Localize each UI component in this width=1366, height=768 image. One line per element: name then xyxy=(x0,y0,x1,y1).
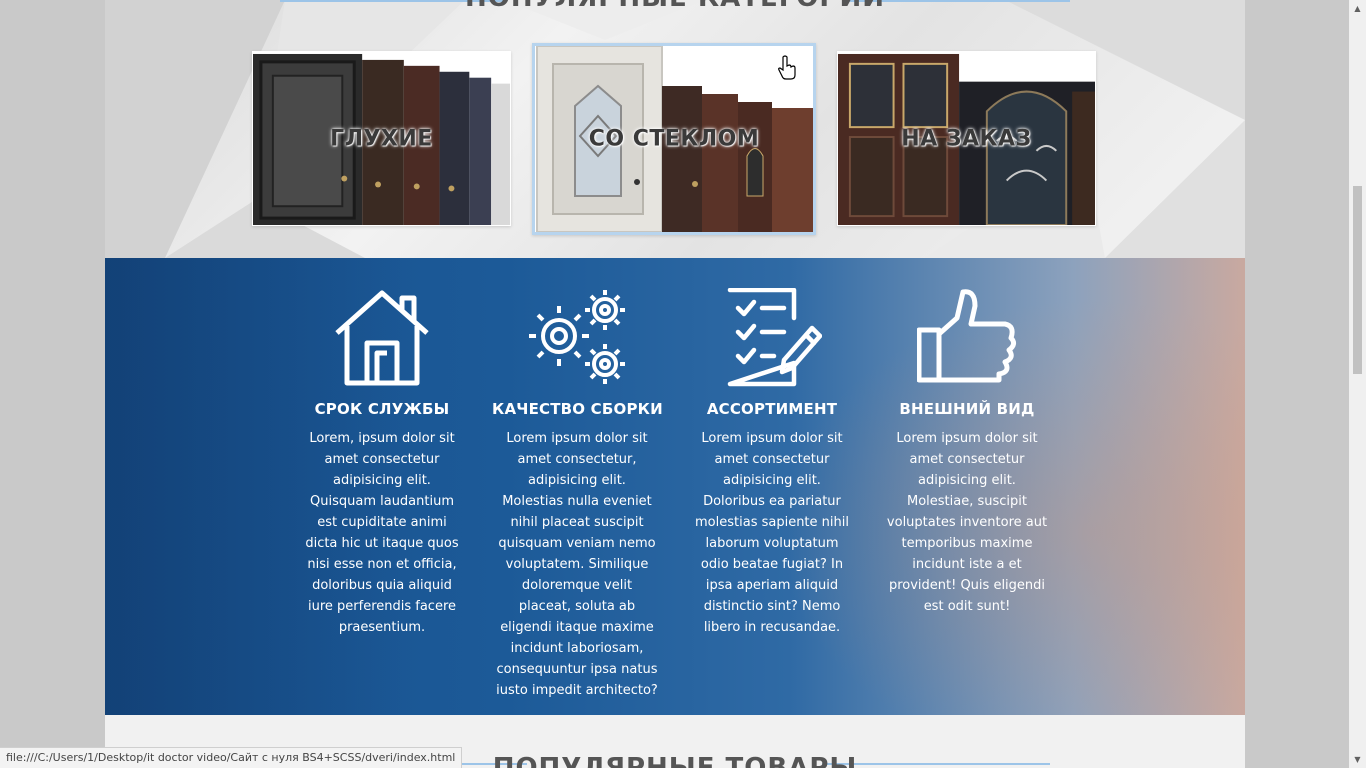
section-heading: ПОПУЛЯРНЫЕ КАТЕГОРИИ xyxy=(105,0,1245,13)
page: ПОПУЛЯРНЫЕ КАТЕГОРИИ ГЛУХИЕ xyxy=(105,0,1245,768)
category-label: ГЛУХИЕ xyxy=(330,126,433,151)
feature-assortment: АССОРТИМЕНТ Lorem ipsum dolor sit amet c… xyxy=(687,288,857,638)
page-scrollbar[interactable]: ▲ ▼ xyxy=(1349,0,1366,768)
feature-text: Lorem, ipsum dolor sit amet consectetur … xyxy=(305,431,459,635)
scroll-up-arrow-icon[interactable]: ▲ xyxy=(1349,0,1366,17)
popular-categories-section: ПОПУЛЯРНЫЕ КАТЕГОРИИ ГЛУХИЕ xyxy=(105,0,1245,258)
feature-text: Lorem ipsum dolor sit amet consectetur, … xyxy=(496,431,658,698)
feature-text: Lorem ipsum dolor sit amet consectetur a… xyxy=(695,431,849,635)
browser-status-bar: file:///C:/Users/1/Desktop/it doctor vid… xyxy=(0,747,463,768)
hand-cursor-icon xyxy=(778,55,796,80)
category-label: СО СТЕКЛОМ xyxy=(588,126,760,152)
house-icon xyxy=(335,290,429,386)
feature-title: СРОК СЛУЖБЫ xyxy=(314,400,450,418)
checklist-icon xyxy=(727,288,822,387)
feature-title: ВНЕШНИЙ ВИД xyxy=(899,400,1035,418)
category-card-blind[interactable]: ГЛУХИЕ xyxy=(252,51,511,226)
features-section: СРОК СЛУЖБЫ Lorem, ipsum dolor sit amet … xyxy=(105,258,1245,715)
category-card-glass[interactable]: СО СТЕКЛОМ xyxy=(532,43,816,235)
scroll-down-arrow-icon[interactable]: ▼ xyxy=(1349,751,1366,768)
feature-title: КАЧЕСТВО СБОРКИ xyxy=(492,400,663,418)
scroll-thumb[interactable] xyxy=(1353,186,1362,374)
category-card-custom[interactable]: НА ЗАКАЗ xyxy=(837,51,1096,226)
feature-title: АССОРТИМЕНТ xyxy=(706,400,838,418)
thumbs-up-icon xyxy=(917,289,1017,383)
feature-text: Lorem ipsum dolor sit amet consectetur a… xyxy=(886,431,1048,614)
feature-appearance: ВНЕШНИЙ ВИД Lorem ipsum dolor sit amet c… xyxy=(882,288,1052,617)
feature-lifetime: СРОК СЛУЖБЫ Lorem, ipsum dolor sit amet … xyxy=(297,288,467,638)
category-label: НА ЗАКАЗ xyxy=(901,126,1032,151)
gears-icon xyxy=(529,290,625,384)
feature-quality: КАЧЕСТВО СБОРКИ Lorem ipsum dolor sit am… xyxy=(492,288,663,701)
